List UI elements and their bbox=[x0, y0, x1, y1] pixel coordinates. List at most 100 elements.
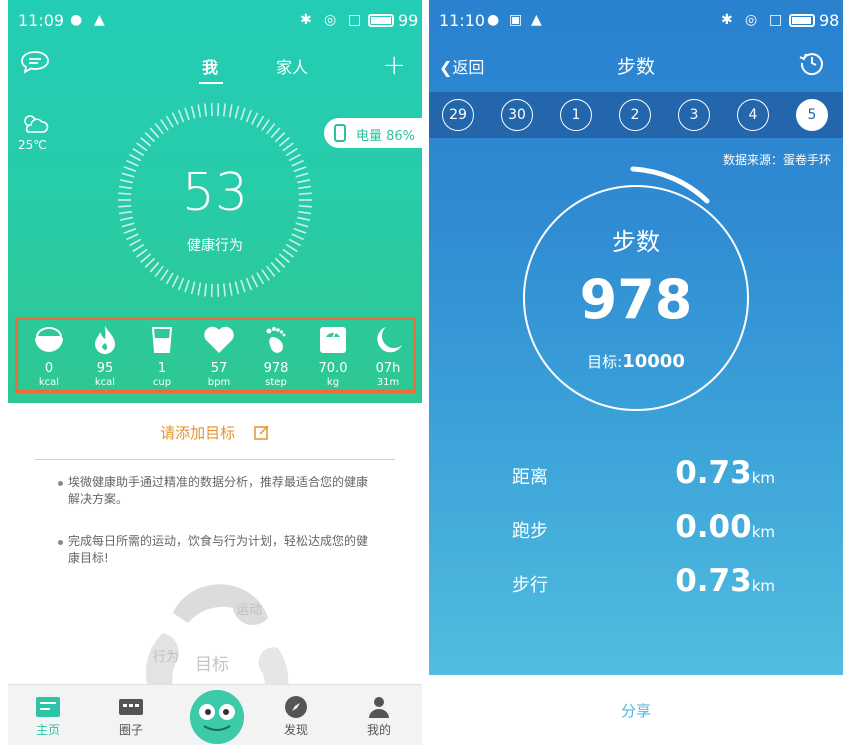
telegram-icon: ▲ bbox=[94, 12, 105, 28]
date-button[interactable]: 3 bbox=[678, 99, 710, 131]
message-icon: ● bbox=[70, 12, 83, 28]
nav-label: 圈子 bbox=[118, 723, 143, 737]
nav-me[interactable]: 我的 bbox=[349, 693, 409, 738]
history-icon[interactable] bbox=[799, 50, 825, 76]
status-time: 11:10 bbox=[439, 11, 486, 30]
circle-icon bbox=[119, 699, 143, 715]
metric-intake[interactable]: 0 kcal bbox=[22, 324, 76, 388]
top-tabs: 我 家人 bbox=[8, 52, 422, 84]
ring-title: 步数 bbox=[612, 228, 660, 256]
cup-icon bbox=[151, 327, 173, 353]
date-button[interactable]: 2 bbox=[619, 99, 651, 131]
metric-steps[interactable]: 978 step bbox=[249, 324, 303, 388]
metric-value: 0 bbox=[44, 361, 54, 376]
date-button[interactable]: 29 bbox=[442, 99, 474, 131]
score-value: 53 bbox=[181, 163, 249, 223]
metric-value: 70.0 bbox=[318, 361, 348, 376]
footprint-icon bbox=[266, 327, 286, 353]
stat-label: 跑步 bbox=[512, 521, 548, 542]
data-source: 数据来源：蛋卷手环 bbox=[722, 153, 831, 167]
target-value: 10000 bbox=[622, 351, 685, 372]
status-battery: 98 bbox=[819, 11, 840, 30]
metric-value: 1 bbox=[157, 361, 167, 376]
metric-value: 978 bbox=[263, 361, 289, 376]
sim-icon: □ bbox=[348, 12, 362, 28]
date-button[interactable]: 1 bbox=[560, 99, 592, 131]
weather-widget[interactable]: 25℃ bbox=[18, 112, 50, 152]
metric-water[interactable]: 1 cup bbox=[135, 324, 189, 388]
blob-behavior: 行为 bbox=[153, 650, 180, 665]
tab-me[interactable]: 我 bbox=[202, 54, 218, 78]
message-icon: ● bbox=[487, 12, 500, 28]
bluetooth-icon: ✱ bbox=[300, 12, 312, 28]
edit-icon bbox=[254, 425, 269, 440]
blob-exercise: 运动 bbox=[236, 603, 263, 618]
tab-indicator bbox=[199, 82, 223, 84]
steps-panel: 11:10 ● ▣ ▲ ✱ ◎ □ 98 ❮返回 步数 29 30 1 2 3 … bbox=[429, 0, 843, 675]
person-icon bbox=[369, 697, 389, 718]
battery-icon bbox=[789, 14, 815, 27]
header: ❮返回 步数 bbox=[429, 40, 843, 90]
metric-heart[interactable]: 57 bpm bbox=[192, 324, 246, 388]
date-button-selected[interactable]: 5 bbox=[796, 99, 828, 131]
steps-screen: 11:10 ● ▣ ▲ ✱ ◎ □ 98 ❮返回 步数 29 30 1 2 3 … bbox=[429, 0, 843, 745]
nav-circle[interactable]: 圈子 bbox=[101, 693, 161, 738]
steps-target: 目标:10000 bbox=[523, 351, 749, 372]
metric-weight[interactable]: 70.0 kg bbox=[306, 324, 360, 388]
stat-distance: 距离 0.73km bbox=[429, 455, 843, 495]
stat-value: 0.73 bbox=[675, 455, 752, 491]
tab-family[interactable]: 家人 bbox=[276, 54, 308, 78]
stat-unit: km bbox=[751, 469, 775, 487]
device-battery-label: 电量 86% bbox=[356, 129, 416, 144]
divider bbox=[35, 459, 395, 460]
image-icon: ▣ bbox=[509, 12, 523, 28]
metric-unit: kg bbox=[326, 377, 340, 388]
nav-label: 发现 bbox=[283, 723, 308, 737]
metric-unit: 31m bbox=[376, 377, 400, 388]
sim-icon: □ bbox=[769, 12, 783, 28]
telegram-icon: ▲ bbox=[531, 12, 542, 28]
stat-label: 距离 bbox=[512, 467, 548, 488]
partly-cloudy-icon bbox=[24, 115, 49, 133]
tip-item: 完成每日所需的运动，饮食与行为计划，轻松达成您的健康目标! bbox=[58, 533, 368, 567]
status-bar: 11:09 ● ▲ ✱ ◎ □ 99 bbox=[8, 0, 422, 40]
stat-unit: km bbox=[751, 577, 775, 595]
battery-icon bbox=[368, 14, 394, 27]
date-selector: 29 30 1 2 3 4 5 bbox=[429, 92, 843, 138]
moon-icon bbox=[377, 327, 402, 353]
device-battery-pill[interactable]: 电量 86% bbox=[324, 118, 422, 148]
blob-goal: 目标 bbox=[195, 655, 229, 675]
stat-label: 步行 bbox=[512, 575, 548, 596]
metric-value: 07h bbox=[375, 361, 401, 376]
stat-unit: km bbox=[751, 523, 775, 541]
score-label: 健康行为 bbox=[187, 238, 243, 254]
status-time: 11:09 bbox=[18, 11, 65, 30]
date-button[interactable]: 30 bbox=[501, 99, 533, 131]
target-label: 目标: bbox=[587, 353, 623, 371]
nav-home[interactable]: 主页 bbox=[18, 693, 78, 738]
scale-icon bbox=[320, 327, 346, 353]
share-button[interactable]: 分享 bbox=[429, 700, 843, 721]
tip-text: 埃微健康助手通过精准的数据分析，推荐最适合您的健康 解决方案。 bbox=[68, 475, 369, 506]
nav-label: 主页 bbox=[35, 723, 60, 737]
tip-item: 埃微健康助手通过精准的数据分析，推荐最适合您的健康 解决方案。 bbox=[58, 474, 369, 508]
metric-unit: bpm bbox=[207, 377, 231, 388]
metric-value: 57 bbox=[210, 361, 228, 376]
compass-icon bbox=[285, 696, 307, 718]
date-button[interactable]: 4 bbox=[737, 99, 769, 131]
weather-temp: 25℃ bbox=[18, 138, 47, 152]
wifi-icon: ◎ bbox=[324, 12, 337, 28]
metric-value: 95 bbox=[96, 361, 114, 376]
frog-mascot-button[interactable] bbox=[190, 690, 244, 744]
home-icon bbox=[36, 697, 60, 717]
add-icon[interactable]: + bbox=[383, 48, 406, 81]
page-title: 步数 bbox=[616, 56, 655, 78]
metric-sleep[interactable]: 07h 31m bbox=[361, 324, 415, 388]
metric-unit: kcal bbox=[94, 377, 116, 388]
flame-icon bbox=[95, 326, 115, 354]
metric-burn[interactable]: 95 kcal bbox=[78, 324, 132, 388]
bluetooth-icon: ✱ bbox=[721, 12, 733, 28]
add-goal-button[interactable]: 请添加目标 bbox=[8, 422, 422, 443]
nav-discover[interactable]: 发现 bbox=[266, 693, 326, 738]
device-icon bbox=[334, 124, 346, 142]
